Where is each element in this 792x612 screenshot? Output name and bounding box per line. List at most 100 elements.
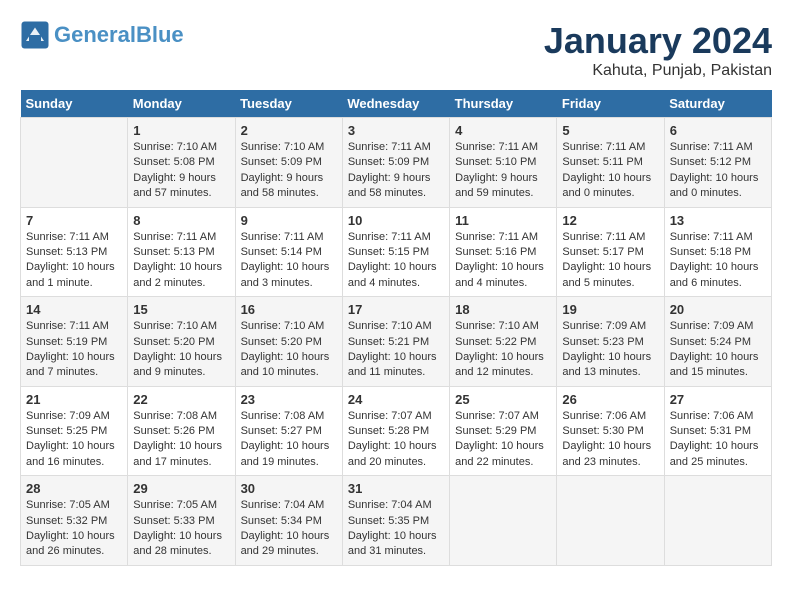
day-info: Sunrise: 7:11 AMSunset: 5:12 PMDaylight:…	[670, 140, 766, 202]
day-info: Sunrise: 7:04 AMSunset: 5:34 PMDaylight:…	[241, 498, 337, 560]
day-info: Sunrise: 7:11 AMSunset: 5:16 PMDaylight:…	[455, 230, 551, 292]
logo-icon	[20, 20, 50, 50]
week-row-1: 1Sunrise: 7:10 AMSunset: 5:08 PMDaylight…	[21, 118, 772, 208]
day-info: Sunrise: 7:07 AMSunset: 5:28 PMDaylight:…	[348, 409, 444, 471]
page-header: GeneralBlue January 2024 Kahuta, Punjab,…	[20, 20, 772, 80]
calendar-cell: 9 Sunrise: 7:11 AMSunset: 5:14 PMDaylight…	[235, 207, 342, 297]
calendar-cell: 6 Sunrise: 7:11 AMSunset: 5:12 PMDaylight…	[664, 118, 771, 208]
day-info: Sunrise: 7:08 AMSunset: 5:26 PMDaylight:…	[133, 409, 229, 471]
calendar-cell: 19 Sunrise: 7:09 AMSunset: 5:23 PMDayligh…	[557, 297, 664, 387]
day-info: Sunrise: 7:05 AMSunset: 5:32 PMDaylight:…	[26, 498, 122, 560]
day-number: 24	[348, 392, 444, 407]
day-info: Sunrise: 7:10 AMSunset: 5:22 PMDaylight:…	[455, 319, 551, 381]
calendar-cell: 8Sunrise: 7:11 AMSunset: 5:13 PMDaylight…	[128, 207, 235, 297]
day-number: 18	[455, 302, 551, 317]
day-number: 31	[348, 481, 444, 496]
day-number: 2	[241, 123, 337, 138]
calendar-cell: 1Sunrise: 7:10 AMSunset: 5:08 PMDaylight…	[128, 118, 235, 208]
day-number: 3	[348, 123, 444, 138]
day-number: 16	[241, 302, 337, 317]
calendar-cell: 31 Sunrise: 7:04 AMSunset: 5:35 PMDayligh…	[342, 476, 449, 566]
week-row-3: 14Sunrise: 7:11 AMSunset: 5:19 PMDayligh…	[21, 297, 772, 387]
calendar-table: SundayMondayTuesdayWednesdayThursdayFrid…	[20, 90, 772, 566]
col-header-monday: Monday	[128, 90, 235, 118]
day-number: 11	[455, 213, 551, 228]
title-block: January 2024 Kahuta, Punjab, Pakistan	[544, 20, 772, 80]
week-row-5: 28 Sunrise: 7:05 AMSunset: 5:32 PMDayligh…	[21, 476, 772, 566]
day-number: 28	[26, 481, 122, 496]
week-row-4: 21 Sunrise: 7:09 AMSunset: 5:25 PMDayligh…	[21, 386, 772, 476]
day-number: 7	[26, 213, 122, 228]
day-info: Sunrise: 7:10 AMSunset: 5:20 PMDaylight:…	[133, 319, 229, 381]
col-header-wednesday: Wednesday	[342, 90, 449, 118]
day-number: 27	[670, 392, 766, 407]
calendar-cell: 20Sunrise: 7:09 AMSunset: 5:24 PMDayligh…	[664, 297, 771, 387]
col-header-saturday: Saturday	[664, 90, 771, 118]
day-info: Sunrise: 7:11 AMSunset: 5:14 PMDaylight:…	[241, 230, 337, 292]
day-number: 17	[348, 302, 444, 317]
calendar-cell: 24 Sunrise: 7:07 AMSunset: 5:28 PMDayligh…	[342, 386, 449, 476]
day-number: 29	[133, 481, 229, 496]
day-info: Sunrise: 7:10 AMSunset: 5:21 PMDaylight:…	[348, 319, 444, 381]
day-info: Sunrise: 7:09 AMSunset: 5:25 PMDaylight:…	[26, 409, 122, 471]
day-info: Sunrise: 7:11 AMSunset: 5:13 PMDaylight:…	[26, 230, 122, 292]
calendar-cell: 12Sunrise: 7:11 AMSunset: 5:17 PMDayligh…	[557, 207, 664, 297]
day-info: Sunrise: 7:09 AMSunset: 5:23 PMDaylight:…	[562, 319, 658, 381]
calendar-cell: 5Sunrise: 7:11 AMSunset: 5:11 PMDaylight…	[557, 118, 664, 208]
logo-text: GeneralBlue	[54, 23, 184, 47]
day-info: Sunrise: 7:11 AMSunset: 5:10 PMDaylight:…	[455, 140, 551, 202]
calendar-cell: 2 Sunrise: 7:10 AMSunset: 5:09 PMDaylight…	[235, 118, 342, 208]
logo-line1: General	[54, 22, 136, 47]
calendar-cell: 23 Sunrise: 7:08 AMSunset: 5:27 PMDayligh…	[235, 386, 342, 476]
calendar-cell: 10Sunrise: 7:11 AMSunset: 5:15 PMDayligh…	[342, 207, 449, 297]
day-number: 12	[562, 213, 658, 228]
day-number: 4	[455, 123, 551, 138]
calendar-cell	[557, 476, 664, 566]
calendar-cell: 4 Sunrise: 7:11 AMSunset: 5:10 PMDaylight…	[450, 118, 557, 208]
day-info: Sunrise: 7:04 AMSunset: 5:35 PMDaylight:…	[348, 498, 444, 560]
day-number: 25	[455, 392, 551, 407]
calendar-cell: 7 Sunrise: 7:11 AMSunset: 5:13 PMDaylight…	[21, 207, 128, 297]
calendar-cell: 17 Sunrise: 7:10 AMSunset: 5:21 PMDayligh…	[342, 297, 449, 387]
day-number: 13	[670, 213, 766, 228]
day-number: 26	[562, 392, 658, 407]
calendar-cell: 30Sunrise: 7:04 AMSunset: 5:34 PMDayligh…	[235, 476, 342, 566]
day-number: 20	[670, 302, 766, 317]
day-info: Sunrise: 7:10 AMSunset: 5:09 PMDaylight:…	[241, 140, 337, 202]
logo: GeneralBlue	[20, 20, 184, 50]
calendar-cell: 14Sunrise: 7:11 AMSunset: 5:19 PMDayligh…	[21, 297, 128, 387]
day-info: Sunrise: 7:11 AMSunset: 5:13 PMDaylight:…	[133, 230, 229, 292]
logo-line2: Blue	[136, 22, 184, 47]
calendar-cell: 18 Sunrise: 7:10 AMSunset: 5:22 PMDayligh…	[450, 297, 557, 387]
col-header-thursday: Thursday	[450, 90, 557, 118]
day-info: Sunrise: 7:05 AMSunset: 5:33 PMDaylight:…	[133, 498, 229, 560]
day-info: Sunrise: 7:08 AMSunset: 5:27 PMDaylight:…	[241, 409, 337, 471]
day-number: 19	[562, 302, 658, 317]
day-number: 22	[133, 392, 229, 407]
day-number: 9	[241, 213, 337, 228]
day-number: 6	[670, 123, 766, 138]
day-info: Sunrise: 7:11 AMSunset: 5:09 PMDaylight:…	[348, 140, 444, 202]
main-title: January 2024	[544, 20, 772, 62]
calendar-cell: 28 Sunrise: 7:05 AMSunset: 5:32 PMDayligh…	[21, 476, 128, 566]
day-info: Sunrise: 7:11 AMSunset: 5:11 PMDaylight:…	[562, 140, 658, 202]
day-number: 15	[133, 302, 229, 317]
calendar-cell: 15 Sunrise: 7:10 AMSunset: 5:20 PMDayligh…	[128, 297, 235, 387]
day-number: 23	[241, 392, 337, 407]
subtitle: Kahuta, Punjab, Pakistan	[544, 62, 772, 80]
calendar-cell: 26Sunrise: 7:06 AMSunset: 5:30 PMDayligh…	[557, 386, 664, 476]
col-header-tuesday: Tuesday	[235, 90, 342, 118]
day-info: Sunrise: 7:11 AMSunset: 5:15 PMDaylight:…	[348, 230, 444, 292]
day-number: 1	[133, 123, 229, 138]
calendar-cell: 13 Sunrise: 7:11 AMSunset: 5:18 PMDayligh…	[664, 207, 771, 297]
day-info: Sunrise: 7:11 AMSunset: 5:18 PMDaylight:…	[670, 230, 766, 292]
col-header-friday: Friday	[557, 90, 664, 118]
calendar-cell: 3 Sunrise: 7:11 AMSunset: 5:09 PMDaylight…	[342, 118, 449, 208]
calendar-cell: 16Sunrise: 7:10 AMSunset: 5:20 PMDayligh…	[235, 297, 342, 387]
day-info: Sunrise: 7:11 AMSunset: 5:19 PMDaylight:…	[26, 319, 122, 381]
calendar-cell: 21 Sunrise: 7:09 AMSunset: 5:25 PMDayligh…	[21, 386, 128, 476]
header-row: SundayMondayTuesdayWednesdayThursdayFrid…	[21, 90, 772, 118]
day-number: 21	[26, 392, 122, 407]
calendar-cell: 29 Sunrise: 7:05 AMSunset: 5:33 PMDayligh…	[128, 476, 235, 566]
calendar-cell: 27Sunrise: 7:06 AMSunset: 5:31 PMDayligh…	[664, 386, 771, 476]
